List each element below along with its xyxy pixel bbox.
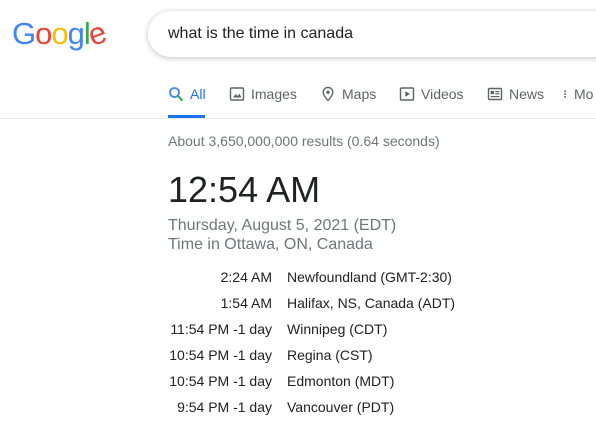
timezone-list: 2:24 AM Newfoundland (GMT-2:30) 1:54 AM … — [168, 264, 588, 420]
current-date: Thursday, August 5, 2021 (EDT) — [168, 217, 397, 234]
tab-videos[interactable]: Videos — [399, 84, 464, 118]
tab-news[interactable]: News — [487, 84, 544, 118]
timezone-row: 10:54 PM -1 day Edmonton (MDT) — [168, 368, 588, 394]
timezone-place: Winnipeg (CDT) — [287, 321, 388, 337]
news-icon — [487, 87, 503, 101]
timezone-place: Edmonton (MDT) — [287, 373, 395, 389]
search-results-page: Google All Images Maps — [0, 0, 596, 429]
timezone-row: 11:54 PM -1 day Winnipeg (CDT) — [168, 316, 588, 342]
google-logo[interactable]: Google — [12, 15, 110, 53]
tab-maps-label: Maps — [342, 86, 377, 102]
timezone-time: 2:24 AM — [220, 269, 272, 285]
logo-letter-g2: g — [67, 16, 85, 51]
search-icon — [169, 87, 184, 102]
logo-letter-o1: o — [35, 16, 52, 51]
logo-letter-o2: o — [51, 16, 68, 51]
map-pin-icon — [322, 86, 334, 102]
tab-images[interactable]: Images — [229, 84, 297, 118]
timezone-place: Halifax, NS, Canada (ADT) — [287, 295, 456, 311]
image-icon — [229, 87, 245, 101]
current-time: 12:54 AM — [168, 169, 321, 210]
time-location: Time in Ottawa, ON, Canada — [168, 236, 373, 253]
result-stats: About 3,650,000,000 results (0.64 second… — [168, 133, 440, 149]
tab-all[interactable]: All — [168, 84, 206, 118]
video-play-icon — [399, 87, 415, 101]
tab-videos-label: Videos — [421, 86, 464, 102]
timezone-row: 10:54 PM -1 day Regina (CST) — [168, 342, 588, 368]
tab-all-label: All — [190, 86, 206, 102]
tab-images-label: Images — [251, 86, 297, 102]
timezone-row: 1:54 AM Halifax, NS, Canada (ADT) — [168, 290, 588, 316]
search-box — [148, 11, 596, 57]
timezone-time: 10:54 PM -1 day — [169, 347, 272, 363]
timezone-row: 9:54 PM -1 day Vancouver (PDT) — [168, 394, 588, 420]
timezone-place: Regina (CST) — [287, 347, 373, 363]
more-vert-icon — [564, 90, 567, 98]
timezone-time: 11:54 PM -1 day — [170, 321, 272, 337]
logo-letter-g: G — [12, 16, 36, 51]
timezone-place: Newfoundland (GMT-2:30) — [287, 269, 452, 285]
timezone-place: Vancouver (PDT) — [287, 399, 395, 415]
timezone-row: 2:24 AM Newfoundland (GMT-2:30) — [168, 264, 588, 290]
tab-maps[interactable]: Maps — [320, 84, 376, 118]
timezone-time: 1:54 AM — [220, 295, 272, 311]
tabs-divider — [0, 118, 596, 119]
search-input[interactable] — [168, 11, 588, 57]
timezone-time: 9:54 PM -1 day — [177, 399, 272, 415]
timezone-time: 10:54 PM -1 day — [169, 373, 272, 389]
tab-news-label: News — [509, 86, 545, 102]
tab-more[interactable]: Mo — [562, 84, 593, 118]
tab-more-label: Mo — [574, 86, 594, 102]
